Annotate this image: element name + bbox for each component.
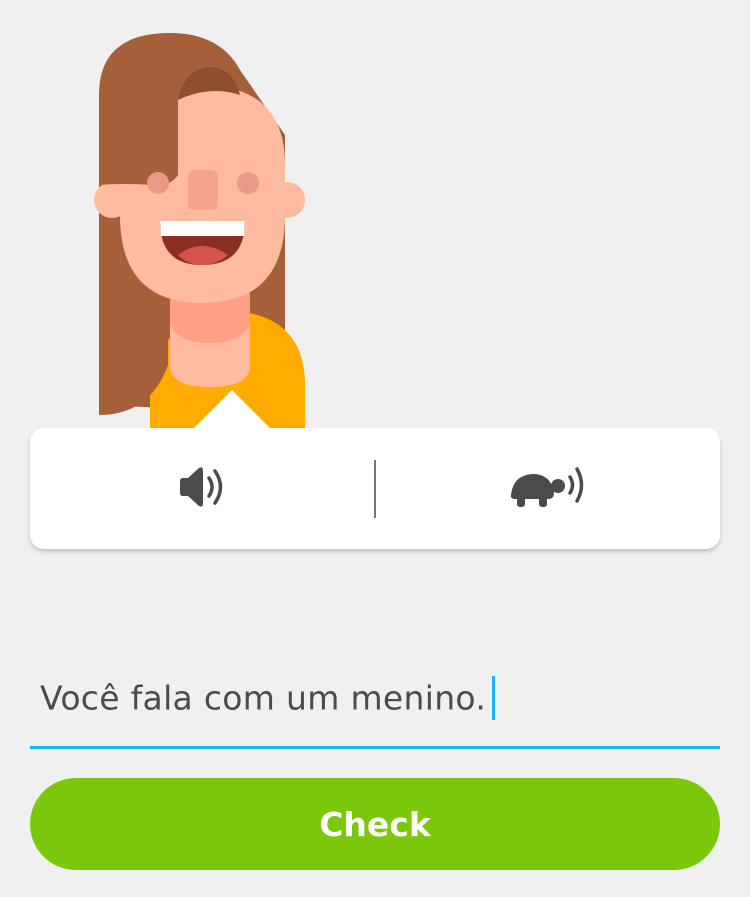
answer-text: Você fala com um menino. xyxy=(40,676,496,722)
text-caret xyxy=(492,676,496,720)
turtle-speaker-icon xyxy=(507,459,589,519)
play-audio-button[interactable] xyxy=(30,428,375,549)
check-button-label: Check xyxy=(319,804,431,844)
audio-card xyxy=(30,390,720,549)
character-illustration xyxy=(90,25,320,430)
speech-bubble-notch xyxy=(192,390,272,430)
check-button[interactable]: Check xyxy=(30,778,720,870)
answer-input[interactable]: Você fala com um menino. xyxy=(30,660,720,749)
play-slow-audio-button[interactable] xyxy=(375,428,720,549)
speaker-icon xyxy=(177,461,229,517)
